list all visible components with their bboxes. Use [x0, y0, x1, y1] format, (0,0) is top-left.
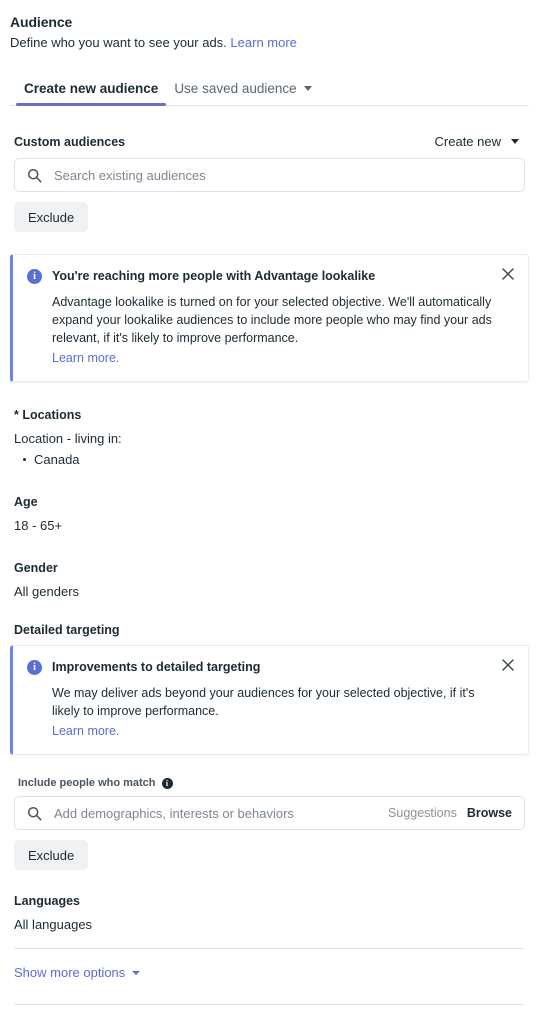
include-people-label-text: Include people who match — [18, 777, 156, 789]
custom-audiences-section: Custom audiences Create new Search exist… — [10, 134, 529, 232]
close-icon — [502, 268, 514, 280]
audience-panel: Audience Define who you want to see your… — [0, 0, 539, 1024]
audience-footer: Save this audience — [10, 1005, 529, 1024]
tab-create-new-audience-label: Create new audience — [24, 81, 159, 96]
detailed-targeting-banner-text: We may deliver ads beyond your audiences… — [52, 686, 475, 718]
locations-list: Canada — [14, 450, 525, 469]
search-icon — [27, 168, 42, 182]
advantage-lookalike-banner-title: You're reaching more people with Advanta… — [52, 269, 376, 283]
detailed-targeting-search-input[interactable]: Add demographics, interests or behaviors — [54, 806, 376, 821]
page-title: Audience — [10, 14, 73, 30]
advantage-lookalike-close-button[interactable] — [499, 265, 517, 283]
search-icon — [27, 806, 42, 820]
detailed-targeting-learn-more-link[interactable]: Learn more. — [52, 722, 119, 740]
advantage-lookalike-banner: i You're reaching more people with Advan… — [10, 254, 529, 382]
info-icon: i — [27, 660, 42, 675]
detailed-targeting-banner-title: Improvements to detailed targeting — [52, 660, 261, 674]
suggestions-button[interactable]: Suggestions — [388, 806, 457, 820]
age-block: Age 18 - 65+ — [10, 495, 529, 535]
chevron-down-icon — [511, 139, 519, 144]
chevron-down-icon — [303, 86, 312, 91]
custom-audiences-search-input[interactable]: Search existing audiences — [54, 168, 512, 183]
show-more-options-label: Show more options — [14, 965, 126, 980]
locations-block: * Locations Location - living in: Canada — [10, 408, 529, 469]
detailed-targeting-label: Detailed targeting — [14, 623, 120, 637]
list-item: Canada — [14, 450, 525, 469]
include-people-label: Include people who match i — [14, 777, 525, 789]
advantage-lookalike-learn-more-link[interactable]: Learn more. — [52, 349, 119, 367]
detailed-targeting-banner: i Improvements to detailed targeting We … — [10, 645, 529, 755]
header-learn-more-link[interactable]: Learn more — [230, 35, 296, 50]
chevron-down-icon — [132, 970, 141, 975]
gender-label: Gender — [14, 561, 58, 575]
advantage-lookalike-banner-body: Advantage lookalike is turned on for you… — [52, 293, 514, 367]
locations-value: Location - living in: — [14, 431, 122, 446]
tab-use-saved-audience-label: Use saved audience — [174, 81, 297, 96]
info-icon[interactable]: i — [161, 777, 173, 789]
age-value: 18 - 65+ — [14, 518, 63, 533]
languages-block: Languages All languages — [10, 894, 529, 934]
show-more-options-button[interactable]: Show more options — [14, 965, 141, 980]
close-icon — [502, 659, 514, 671]
languages-value: All languages — [14, 917, 93, 932]
page-subtitle-text: Define who you want to see your ads. — [10, 35, 227, 50]
create-new-audience-label: Create new — [434, 134, 501, 149]
detailed-targeting-close-button[interactable] — [499, 656, 517, 674]
exclude-detailed-targeting-button[interactable]: Exclude — [14, 840, 89, 870]
detailed-targeting-banner-body: We may deliver ads beyond your audiences… — [52, 684, 514, 740]
gender-block: Gender All genders — [10, 561, 529, 601]
advantage-lookalike-banner-text: Advantage lookalike is turned on for you… — [52, 295, 492, 345]
create-new-audience-button[interactable]: Create new — [435, 134, 525, 149]
locations-label: * Locations — [14, 408, 82, 422]
tab-use-saved-audience[interactable]: Use saved audience — [166, 81, 319, 105]
age-label: Age — [14, 495, 38, 509]
exclude-audiences-button[interactable]: Exclude — [14, 202, 89, 232]
divider — [14, 948, 525, 949]
page-subtitle: Define who you want to see your ads. Lea… — [10, 34, 529, 52]
tab-create-new-audience[interactable]: Create new audience — [16, 81, 167, 106]
custom-audiences-search-field[interactable]: Search existing audiences — [14, 158, 525, 192]
info-icon: i — [27, 269, 42, 284]
detailed-targeting-block: Detailed targeting — [10, 623, 529, 637]
advantage-lookalike-banner-header: i You're reaching more people with Advan… — [27, 268, 514, 285]
page-header: Audience Define who you want to see your… — [10, 14, 529, 52]
detailed-targeting-banner-header: i Improvements to detailed targeting — [27, 659, 514, 676]
include-people-section: Include people who match i Add demograph… — [10, 777, 529, 870]
audience-tabs: Create new audience Use saved audience — [10, 74, 529, 106]
detailed-targeting-search-field[interactable]: Add demographics, interests or behaviors… — [14, 796, 525, 830]
detailed-targeting-field-actions: Suggestions Browse — [388, 806, 512, 820]
custom-audiences-header: Custom audiences Create new — [14, 134, 525, 149]
gender-value: All genders — [14, 584, 80, 599]
browse-button[interactable]: Browse — [467, 806, 512, 820]
custom-audiences-title: Custom audiences — [14, 134, 126, 149]
languages-label: Languages — [14, 894, 80, 908]
